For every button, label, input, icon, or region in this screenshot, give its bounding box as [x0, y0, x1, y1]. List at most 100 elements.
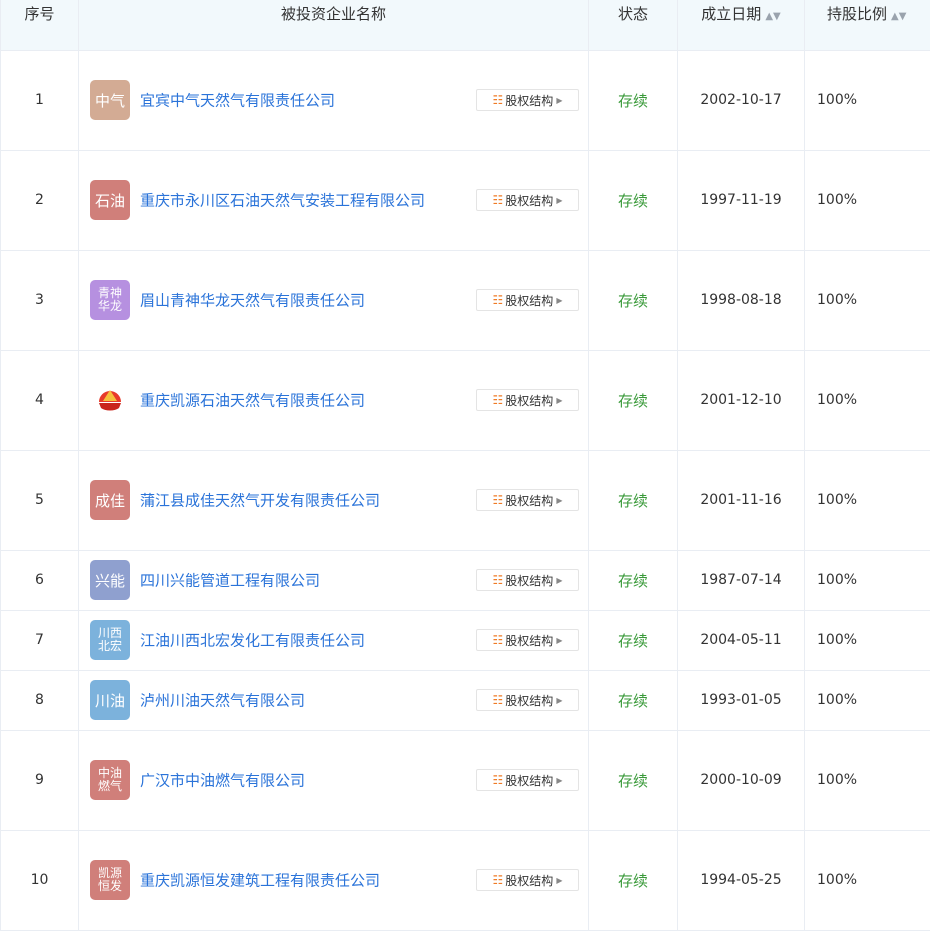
investment-table: 序号 被投资企业名称 状态 成立日期▲▼ 持股比例▲▼ 1 中气 宜宾中气天然气… — [0, 0, 930, 931]
share-ratio: 100% — [805, 550, 930, 610]
company-link[interactable]: 重庆市永川区石油天然气安装工程有限公司 — [140, 190, 425, 211]
col-header-ratio[interactable]: 持股比例▲▼ — [805, 0, 930, 50]
col-header-date[interactable]: 成立日期▲▼ — [678, 0, 805, 50]
row-number: 10 — [1, 830, 79, 930]
table-row: 7 川西北宏 江油川西北宏发化工有限责任公司 ☷ 股权结构 ▶ 存续 2004-… — [1, 610, 930, 670]
established-date: 2004-05-11 — [678, 610, 805, 670]
established-date: 1994-05-25 — [678, 830, 805, 930]
company-cell: 川西北宏 江油川西北宏发化工有限责任公司 ☷ 股权结构 ▶ — [79, 610, 589, 670]
status-text: 存续 — [589, 350, 678, 450]
company-cell: 川油 泸州川油天然气有限公司 ☷ 股权结构 ▶ — [79, 670, 589, 730]
company-cell: 中气 宜宾中气天然气有限责任公司 ☷ 股权结构 ▶ — [79, 50, 589, 150]
caret-right-icon: ▶ — [556, 776, 562, 785]
share-ratio: 100% — [805, 610, 930, 670]
equity-structure-button[interactable]: ☷ 股权结构 ▶ — [476, 869, 579, 891]
company-cell: 成佳 蒲江县成佳天然气开发有限责任公司 ☷ 股权结构 ▶ — [79, 450, 589, 550]
company-link[interactable]: 重庆凯源恒发建筑工程有限责任公司 — [140, 870, 380, 891]
col-header-status: 状态 — [589, 0, 678, 50]
company-link[interactable]: 宜宾中气天然气有限责任公司 — [140, 90, 335, 111]
org-chart-icon: ☷ — [493, 93, 504, 107]
col-header-company: 被投资企业名称 — [79, 0, 589, 50]
equity-structure-button[interactable]: ☷ 股权结构 ▶ — [476, 189, 579, 211]
row-number: 3 — [1, 250, 79, 350]
share-ratio: 100% — [805, 150, 930, 250]
company-logo: 川西北宏 — [90, 620, 130, 660]
company-logo: 中油燃气 — [90, 760, 130, 800]
company-link[interactable]: 四川兴能管道工程有限公司 — [140, 570, 320, 591]
equity-button-label: 股权结构 — [505, 692, 553, 709]
company-link[interactable]: 泸州川油天然气有限公司 — [140, 690, 305, 711]
share-ratio: 100% — [805, 50, 930, 150]
table-row: 5 成佳 蒲江县成佳天然气开发有限责任公司 ☷ 股权结构 ▶ 存续 2001-1… — [1, 450, 930, 550]
status-text: 存续 — [589, 550, 678, 610]
status-text: 存续 — [589, 610, 678, 670]
equity-button-label: 股权结构 — [505, 392, 553, 409]
row-number: 1 — [1, 50, 79, 150]
company-cell: 兴能 四川兴能管道工程有限公司 ☷ 股权结构 ▶ — [79, 550, 589, 610]
company-cell: 重庆凯源石油天然气有限责任公司 ☷ 股权结构 ▶ — [79, 350, 589, 450]
org-chart-icon: ☷ — [493, 573, 504, 587]
equity-structure-button[interactable]: ☷ 股权结构 ▶ — [476, 389, 579, 411]
share-ratio: 100% — [805, 350, 930, 450]
established-date: 1987-07-14 — [678, 550, 805, 610]
equity-button-label: 股权结构 — [505, 632, 553, 649]
established-date: 2000-10-09 — [678, 730, 805, 830]
share-ratio: 100% — [805, 730, 930, 830]
company-cell: 青神华龙 眉山青神华龙天然气有限责任公司 ☷ 股权结构 ▶ — [79, 250, 589, 350]
established-date: 1998-08-18 — [678, 250, 805, 350]
caret-right-icon: ▶ — [556, 636, 562, 645]
equity-button-label: 股权结构 — [505, 292, 553, 309]
equity-button-label: 股权结构 — [505, 192, 553, 209]
equity-button-label: 股权结构 — [505, 492, 553, 509]
row-number: 4 — [1, 350, 79, 450]
org-chart-icon: ☷ — [493, 393, 504, 407]
table-row: 8 川油 泸州川油天然气有限公司 ☷ 股权结构 ▶ 存续 1993-01-05 … — [1, 670, 930, 730]
row-number: 2 — [1, 150, 79, 250]
row-number: 7 — [1, 610, 79, 670]
status-text: 存续 — [589, 50, 678, 150]
equity-structure-button[interactable]: ☷ 股权结构 ▶ — [476, 769, 579, 791]
established-date: 2001-11-16 — [678, 450, 805, 550]
equity-structure-button[interactable]: ☷ 股权结构 ▶ — [476, 569, 579, 591]
org-chart-icon: ☷ — [493, 493, 504, 507]
petrochina-logo-icon — [90, 380, 130, 420]
caret-right-icon: ▶ — [556, 296, 562, 305]
equity-structure-button[interactable]: ☷ 股权结构 ▶ — [476, 629, 579, 651]
org-chart-icon: ☷ — [493, 693, 504, 707]
sort-icon[interactable]: ▲▼ — [765, 11, 780, 22]
company-link[interactable]: 广汉市中油燃气有限公司 — [140, 770, 305, 791]
established-date: 2001-12-10 — [678, 350, 805, 450]
org-chart-icon: ☷ — [493, 193, 504, 207]
share-ratio: 100% — [805, 670, 930, 730]
equity-button-label: 股权结构 — [505, 92, 553, 109]
caret-right-icon: ▶ — [556, 96, 562, 105]
table-row: 2 石油 重庆市永川区石油天然气安装工程有限公司 ☷ 股权结构 ▶ 存续 199… — [1, 150, 930, 250]
caret-right-icon: ▶ — [556, 876, 562, 885]
table-row: 4 重庆凯源石油天然气有限责任公司 ☷ 股权结构 ▶ 存续 2001-12-10… — [1, 350, 930, 450]
row-number: 6 — [1, 550, 79, 610]
established-date: 1993-01-05 — [678, 670, 805, 730]
company-logo: 中气 — [90, 80, 130, 120]
status-text: 存续 — [589, 830, 678, 930]
status-text: 存续 — [589, 250, 678, 350]
equity-structure-button[interactable]: ☷ 股权结构 ▶ — [476, 489, 579, 511]
equity-structure-button[interactable]: ☷ 股权结构 ▶ — [476, 689, 579, 711]
table-row: 3 青神华龙 眉山青神华龙天然气有限责任公司 ☷ 股权结构 ▶ 存续 1998-… — [1, 250, 930, 350]
equity-structure-button[interactable]: ☷ 股权结构 ▶ — [476, 89, 579, 111]
equity-button-label: 股权结构 — [505, 872, 553, 889]
row-number: 8 — [1, 670, 79, 730]
caret-right-icon: ▶ — [556, 196, 562, 205]
table-row: 10 凯源恒发 重庆凯源恒发建筑工程有限责任公司 ☷ 股权结构 ▶ 存续 199… — [1, 830, 930, 930]
status-text: 存续 — [589, 730, 678, 830]
company-link[interactable]: 蒲江县成佳天然气开发有限责任公司 — [140, 490, 380, 511]
company-link[interactable]: 重庆凯源石油天然气有限责任公司 — [140, 390, 365, 411]
company-link[interactable]: 江油川西北宏发化工有限责任公司 — [140, 630, 365, 651]
company-link[interactable]: 眉山青神华龙天然气有限责任公司 — [140, 290, 365, 311]
share-ratio: 100% — [805, 830, 930, 930]
equity-structure-button[interactable]: ☷ 股权结构 ▶ — [476, 289, 579, 311]
sort-icon[interactable]: ▲▼ — [891, 11, 906, 22]
caret-right-icon: ▶ — [556, 496, 562, 505]
col-header-no: 序号 — [1, 0, 79, 50]
caret-right-icon: ▶ — [556, 576, 562, 585]
company-logo: 成佳 — [90, 480, 130, 520]
